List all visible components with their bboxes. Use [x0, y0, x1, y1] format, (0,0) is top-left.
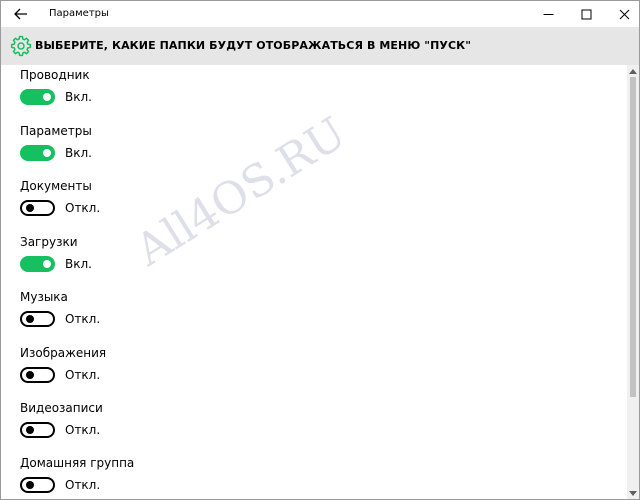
close-icon [619, 9, 629, 19]
setting-label: Видеозаписи [20, 401, 103, 415]
setting-downloads: Загрузки Вкл. [20, 232, 420, 288]
setting-settings: Параметры Вкл. [20, 121, 420, 177]
setting-pictures: Изображения Откл. [20, 343, 420, 399]
maximize-icon [581, 9, 591, 19]
setting-homegroup: Домашняя группа Откл. [20, 453, 420, 499]
setting-label: Документы [20, 179, 92, 193]
music-toggle[interactable] [20, 311, 55, 327]
setting-documents: Документы Откл. [20, 176, 420, 232]
settings-window: Параметры ВЫБЕРИТЕ, КАКИЕ ПАПКИ БУДУТ ОТ… [0, 0, 640, 500]
page-header: ВЫБЕРИТЕ, КАКИЕ ПАПКИ БУДУТ ОТОБРАЖАТЬСЯ… [1, 27, 639, 65]
settings-list: Проводник Вкл. Параметры Вкл. Документы … [1, 65, 627, 499]
page-title: ВЫБЕРИТЕ, КАКИЕ ПАПКИ БУДУТ ОТОБРАЖАТЬСЯ… [35, 39, 472, 52]
toggle-state-text: Вкл. [65, 257, 92, 271]
explorer-toggle[interactable] [20, 89, 55, 105]
chevron-down-icon [629, 490, 637, 496]
toggle-knob [43, 149, 51, 157]
toggle-state-text: Откл. [65, 423, 101, 437]
homegroup-toggle[interactable] [20, 477, 55, 493]
setting-videos: Видеозаписи Откл. [20, 398, 420, 454]
vertical-scrollbar[interactable] [627, 65, 639, 499]
videos-toggle[interactable] [20, 422, 55, 438]
setting-label: Параметры [20, 124, 92, 138]
setting-label: Домашняя группа [20, 456, 135, 470]
toggle-knob [26, 371, 34, 379]
setting-label: Музыка [20, 290, 68, 304]
chevron-up-icon [629, 68, 637, 74]
downloads-toggle[interactable] [20, 256, 55, 272]
pictures-toggle[interactable] [20, 367, 55, 383]
toggle-state-text: Откл. [65, 478, 101, 492]
title-bar: Параметры [1, 1, 639, 27]
arrow-left-icon [14, 8, 27, 20]
scroll-thumb[interactable] [630, 77, 636, 397]
gear-icon [10, 35, 32, 57]
documents-toggle[interactable] [20, 200, 55, 216]
settings-toggle[interactable] [20, 145, 55, 161]
toggle-state-text: Откл. [65, 201, 101, 215]
toggle-knob [43, 93, 51, 101]
window-title: Параметры [49, 8, 109, 19]
setting-label: Загрузки [20, 235, 78, 249]
back-button[interactable] [1, 1, 41, 27]
setting-label: Проводник [20, 68, 90, 82]
toggle-knob [26, 481, 34, 489]
toggle-knob [26, 426, 34, 434]
toggle-state-text: Откл. [65, 368, 101, 382]
setting-music: Музыка Откл. [20, 287, 420, 343]
toggle-state-text: Откл. [65, 312, 101, 326]
toggle-knob [43, 260, 51, 268]
scroll-down-button[interactable] [627, 487, 639, 499]
setting-label: Изображения [20, 346, 107, 360]
setting-explorer: Проводник Вкл. [20, 65, 420, 121]
minimize-icon [543, 13, 553, 15]
toggle-state-text: Вкл. [65, 146, 92, 160]
toggle-knob [26, 315, 34, 323]
scroll-up-button[interactable] [627, 65, 639, 77]
toggle-knob [26, 204, 34, 212]
close-button[interactable] [601, 1, 639, 27]
toggle-state-text: Вкл. [65, 90, 92, 104]
